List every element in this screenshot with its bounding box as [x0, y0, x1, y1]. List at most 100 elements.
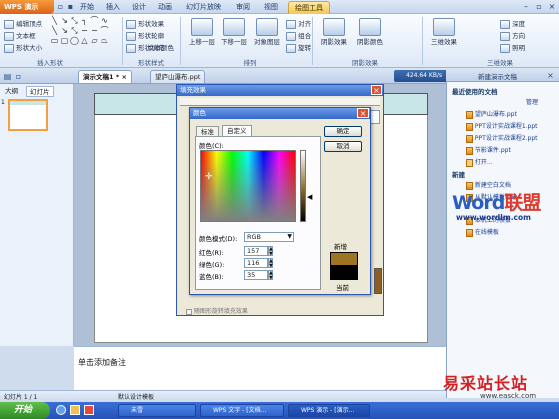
edit-points-button[interactable]: 编辑顶点 [4, 18, 42, 29]
recent-doc-label: PPT设计实战课程1.ppt [474, 123, 538, 130]
group-button[interactable]: 组合 [286, 30, 311, 41]
rectangle-shape-icon[interactable]: ▭ [50, 37, 59, 45]
tab-view[interactable]: 视图 [258, 1, 284, 14]
notes-pane[interactable] [74, 346, 446, 390]
blue-input[interactable]: 35 [244, 270, 268, 280]
recent-doc-item[interactable]: PPT设计实战课程1.ppt [466, 121, 538, 131]
luminance-slider[interactable] [300, 150, 306, 222]
shape-effect-button[interactable]: 形状效果 [126, 18, 164, 29]
cancel-button[interactable]: 取消 [324, 141, 362, 152]
shadow-effect-button[interactable]: 阴影效果 [318, 18, 350, 46]
green-spinner[interactable]: ▲ ▼ [268, 258, 273, 269]
recent-doc-item[interactable]: PPT设计实战课程2.ppt [466, 133, 538, 143]
bring-forward-button[interactable]: 上移一层 [186, 18, 218, 46]
direction-button[interactable]: 方向 [500, 30, 525, 41]
arrow-shape-icon[interactable]: ↘ [60, 17, 69, 25]
color-model-select[interactable]: RGB ▼ [244, 232, 294, 242]
blue-spinner[interactable]: ▲ ▼ [268, 270, 273, 281]
thumbnail-banner [10, 101, 46, 105]
tab-slideshow[interactable]: 幻灯片放映 [180, 1, 227, 14]
3d-effect-button[interactable]: 三维效果 [428, 18, 460, 46]
tab-custom[interactable]: 自定义 [222, 125, 252, 136]
close-icon[interactable]: × [357, 108, 369, 118]
rounded-rect-shape-icon[interactable]: ▢ [60, 37, 69, 45]
minimize-icon[interactable]: – [520, 1, 532, 12]
tab-review[interactable]: 审阅 [230, 1, 256, 14]
close-icon[interactable]: × [121, 73, 126, 81]
recent-doc-item[interactable]: 节影课件.ppt [466, 145, 511, 155]
oval-shape-icon[interactable]: ◯ [70, 37, 79, 45]
manage-link[interactable]: 管理 [526, 97, 538, 106]
tab-standard[interactable]: 标准 [196, 126, 219, 136]
freeform-icon[interactable]: ⤡ [70, 27, 79, 35]
tab-design[interactable]: 设计 [126, 1, 152, 14]
double-arrow-shape-icon[interactable]: ⤡ [70, 17, 79, 25]
watermark-word-part: Word [452, 192, 505, 214]
lighting-button[interactable]: 照明 [500, 42, 525, 53]
insert-shapes-group-label: 插入形状 [37, 59, 63, 67]
align-button[interactable]: 对齐 [286, 18, 311, 29]
close-icon[interactable]: × [546, 71, 555, 80]
shadow-color-label: 阴影颜色 [357, 38, 383, 46]
curve-connector-icon[interactable]: ⌒ [90, 17, 99, 25]
curve-shape-icon[interactable]: ∿ [100, 17, 109, 25]
online-templates-link[interactable]: 在线模板 [466, 227, 499, 237]
close-icon[interactable]: × [371, 85, 382, 95]
shape-size-button[interactable]: 形状大小 [4, 42, 42, 53]
blue-label: 蓝色(B): [199, 273, 224, 281]
doc-menu-icon[interactable]: ▤ [3, 72, 12, 81]
depth-button[interactable]: 深度 [500, 18, 525, 29]
green-input[interactable]: 116 [244, 258, 268, 268]
tab-slides[interactable]: 幻灯片 [26, 86, 54, 97]
close-icon[interactable]: × [546, 1, 558, 12]
slide-thumbnail[interactable] [8, 99, 48, 131]
tab-home[interactable]: 开始 [74, 1, 100, 14]
doc-tab-label: 演示文稿1 * [83, 73, 120, 81]
doc-tab-presentation1[interactable]: 演示文稿1 * × [78, 70, 132, 83]
wordlm-url-watermark: www.wordlm.com [456, 213, 531, 222]
recent-doc-item[interactable]: 望庐山瀑布.ppt [466, 109, 517, 119]
restore-icon[interactable]: ▫ [533, 1, 545, 12]
shadow-color-button[interactable]: 阴影颜色 [354, 18, 386, 46]
scribble-icon[interactable]: ∽ [80, 27, 89, 35]
start-button[interactable]: 开始 [0, 402, 50, 419]
connector-icon[interactable]: ╲ [50, 27, 59, 35]
elbow-connector-icon[interactable]: ┐ [80, 17, 89, 25]
quick-launch-icon[interactable] [84, 405, 94, 415]
shape-gallery[interactable]: ╲ ↘ ⤡ ┐ ⌒ ∿ ╲ ↘ ⤡ ∽ ∼ ⌒ ▭ ▢ ◯ △ ▱ ⏢ [50, 17, 120, 53]
red-spinner[interactable]: ▲ ▼ [268, 246, 273, 257]
tab-drawing-tools[interactable]: 绘图工具 [288, 1, 330, 14]
open-link[interactable]: 打开... [466, 157, 493, 167]
rotate-fill-checkbox[interactable]: 随图形旋转填充效果 [186, 306, 248, 315]
slider-pointer-icon[interactable]: ◀ [307, 193, 312, 201]
taskbar-item-folder[interactable]: 未雪 [118, 404, 196, 417]
wave-icon[interactable]: ∼ [90, 27, 99, 35]
rotate-button[interactable]: 旋转 [286, 42, 311, 53]
tab-animation[interactable]: 动画 [152, 1, 178, 14]
trapezoid-shape-icon[interactable]: ⏢ [100, 37, 109, 45]
textbox-button[interactable]: 文本框 [4, 30, 36, 41]
connector-arrow-icon[interactable]: ↘ [60, 27, 69, 35]
tab-insert[interactable]: 插入 [100, 1, 126, 14]
doc-open-icon[interactable]: ▫ [14, 72, 23, 81]
color-spectrum-picker[interactable] [200, 150, 296, 222]
new-icon[interactable]: ▫ [56, 2, 65, 11]
direction-label: 方向 [512, 32, 526, 40]
arc-icon[interactable]: ⌒ [100, 27, 109, 35]
taskbar-item-wps-presentation[interactable]: WPS 演示 - [演示... [288, 404, 370, 417]
shape-outline-button[interactable]: 形状轮廓 [126, 30, 164, 41]
tab-outline[interactable]: 大纲 [2, 86, 21, 97]
quick-launch-icon[interactable] [56, 405, 66, 415]
doc-tab-lushan[interactable]: 望庐山瀑布.ppt [150, 70, 206, 83]
quick-launch-icon[interactable] [70, 405, 80, 415]
object-layer-button[interactable]: 对象图层 [250, 18, 284, 46]
ok-button[interactable]: 确定 [324, 126, 362, 137]
text-color-button[interactable]: 文本颜色 [148, 42, 174, 52]
red-input[interactable]: 157 [244, 246, 268, 256]
line-shape-icon[interactable]: ╲ [50, 17, 59, 25]
triangle-shape-icon[interactable]: △ [80, 37, 89, 45]
wps-app-button[interactable]: WPS 演示 [0, 0, 54, 14]
send-backward-button[interactable]: 下移一层 [218, 18, 250, 46]
parallelogram-shape-icon[interactable]: ▱ [90, 37, 99, 45]
taskbar-item-wps-writer[interactable]: WPS 文字 - [文档... [200, 404, 284, 417]
